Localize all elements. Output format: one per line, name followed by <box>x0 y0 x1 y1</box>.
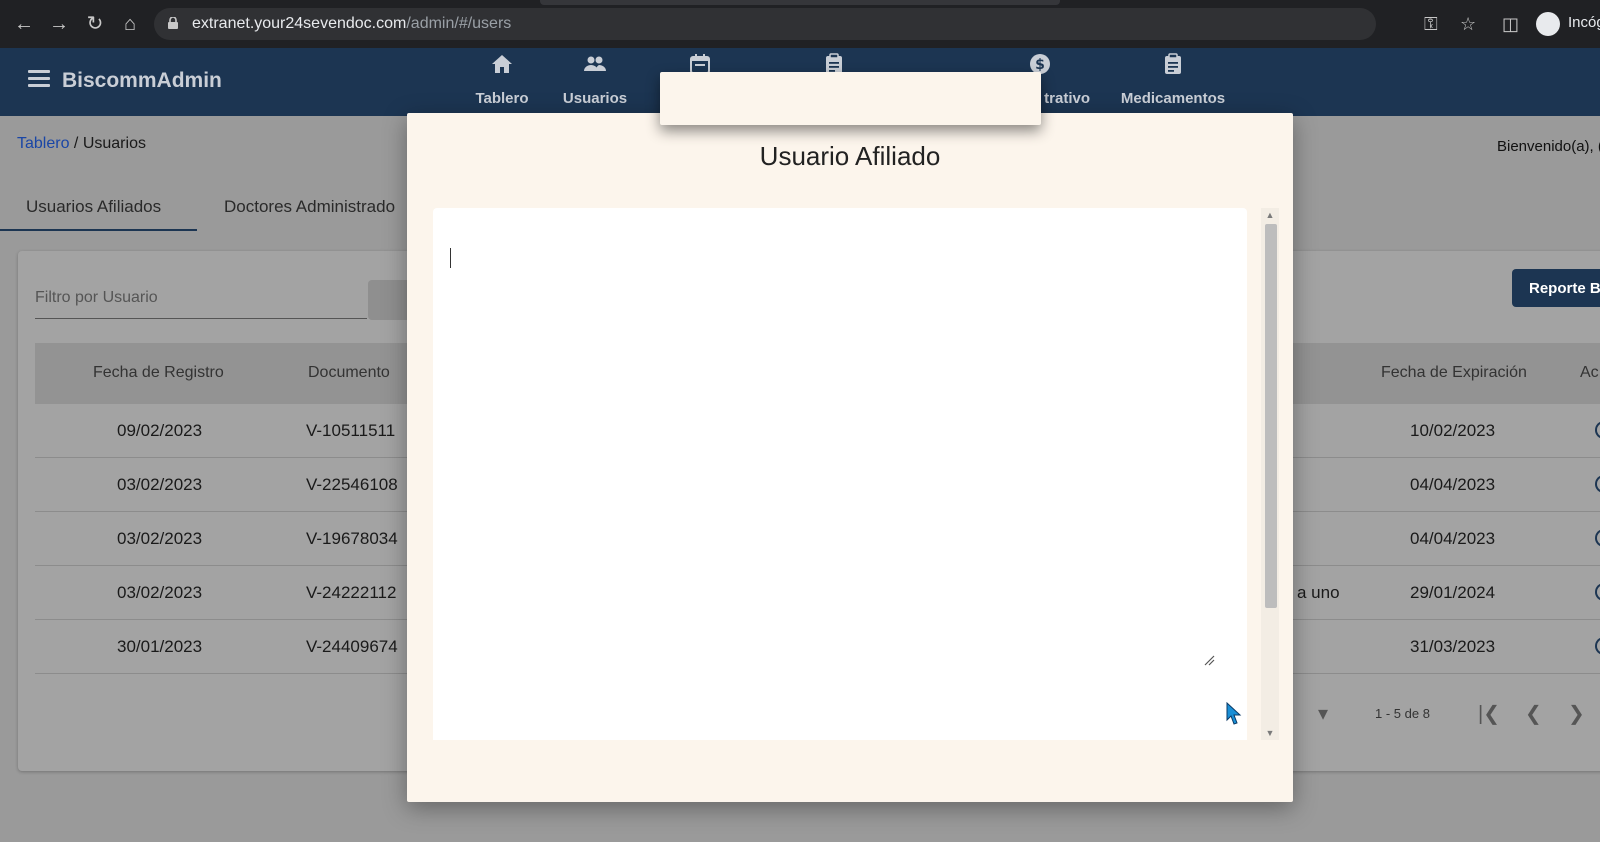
menu-icon[interactable] <box>28 70 50 88</box>
incognito-icon[interactable] <box>1536 12 1560 36</box>
back-arrow-icon[interactable]: ← <box>12 12 36 36</box>
row-action-icon[interactable] <box>1595 529 1600 547</box>
browser-toolbar: ← → ↻ ⌂ extranet.your24sevendoc.com/admi… <box>0 0 1600 48</box>
dialog-content: ▲ ▼ <box>433 208 1283 740</box>
filter-underline <box>35 318 367 319</box>
home-browser-icon[interactable]: ⌂ <box>118 12 142 36</box>
side-panel-icon[interactable]: ◫ <box>1502 12 1519 36</box>
address-bar[interactable]: extranet.your24sevendoc.com/admin/#/user… <box>154 8 1376 40</box>
text-caret <box>450 248 451 268</box>
tab-doctores-administrados[interactable]: Doctores Administrado <box>224 197 395 217</box>
nav-usuarios[interactable]: Usuarios <box>560 48 630 116</box>
row-action-icon[interactable] <box>1595 475 1600 493</box>
user-dialog: Usuario Afiliado ▲ ▼ <box>407 113 1293 802</box>
browser-tab-strip <box>540 0 1060 5</box>
tab-usuarios-afiliados[interactable]: Usuarios Afiliados <box>26 197 161 217</box>
search-button[interactable] <box>368 280 408 320</box>
people-icon <box>584 56 606 71</box>
row-action-icon[interactable] <box>1595 421 1600 439</box>
nav-tablero[interactable]: Tablero <box>470 48 534 116</box>
next-page-icon[interactable]: ❯ <box>1568 704 1585 724</box>
scroll-down-icon[interactable]: ▼ <box>1265 728 1275 738</box>
page-size-dropdown-icon[interactable]: ▾ <box>1318 704 1328 724</box>
mouse-cursor-icon <box>1226 702 1242 725</box>
row-action-icon[interactable] <box>1595 637 1600 655</box>
text-editor[interactable] <box>433 208 1247 740</box>
home-icon <box>492 55 512 73</box>
url-text: extranet.your24sevendoc.com/admin/#/user… <box>192 15 512 32</box>
col-acciones: Ac <box>1580 364 1599 381</box>
bookmark-star-icon[interactable]: ☆ <box>1460 12 1476 36</box>
col-documento[interactable]: Documento <box>308 364 390 382</box>
pagination-range: 1 - 5 de 8 <box>1375 706 1430 721</box>
clipboard-icon <box>1165 53 1181 74</box>
col-fecha-expiracion[interactable]: Fecha de Expiración <box>1381 364 1527 382</box>
first-page-icon[interactable]: |❮ <box>1478 704 1500 724</box>
svg-text:$: $ <box>1035 57 1045 73</box>
lock-icon <box>168 17 178 29</box>
report-button[interactable]: Reporte Bi <box>1512 269 1600 307</box>
col-fecha-registro[interactable]: Fecha de Registro <box>93 364 224 382</box>
breadcrumb-current: Usuarios <box>82 135 146 152</box>
key-icon[interactable]: ⚿ <box>1424 12 1438 36</box>
active-tab-indicator <box>0 229 197 231</box>
prev-page-icon[interactable]: ❮ <box>1525 704 1542 724</box>
dialog-title: Usuario Afiliado <box>759 141 941 171</box>
welcome-text: Bienvenido(a), ( <box>1497 138 1600 155</box>
forward-arrow-icon[interactable]: → <box>47 12 71 36</box>
breadcrumb: Tablero / Usuarios <box>17 135 146 152</box>
resize-grip-icon[interactable] <box>1203 654 1215 666</box>
incognito-label: Incóg <box>1568 14 1600 31</box>
reload-icon[interactable]: ↻ <box>83 12 107 36</box>
nav-medicamentos[interactable]: Medicamentos <box>1120 48 1226 116</box>
row-action-icon[interactable] <box>1595 583 1600 601</box>
popover-panel <box>660 72 1041 125</box>
filter-input[interactable]: Filtro por Usuario <box>35 289 158 307</box>
app-brand: BiscommAdmin <box>62 69 222 92</box>
breadcrumb-home-link[interactable]: Tablero <box>17 135 69 152</box>
scroll-up-icon[interactable]: ▲ <box>1265 210 1275 220</box>
dialog-scroll-thumb[interactable] <box>1265 224 1277 608</box>
